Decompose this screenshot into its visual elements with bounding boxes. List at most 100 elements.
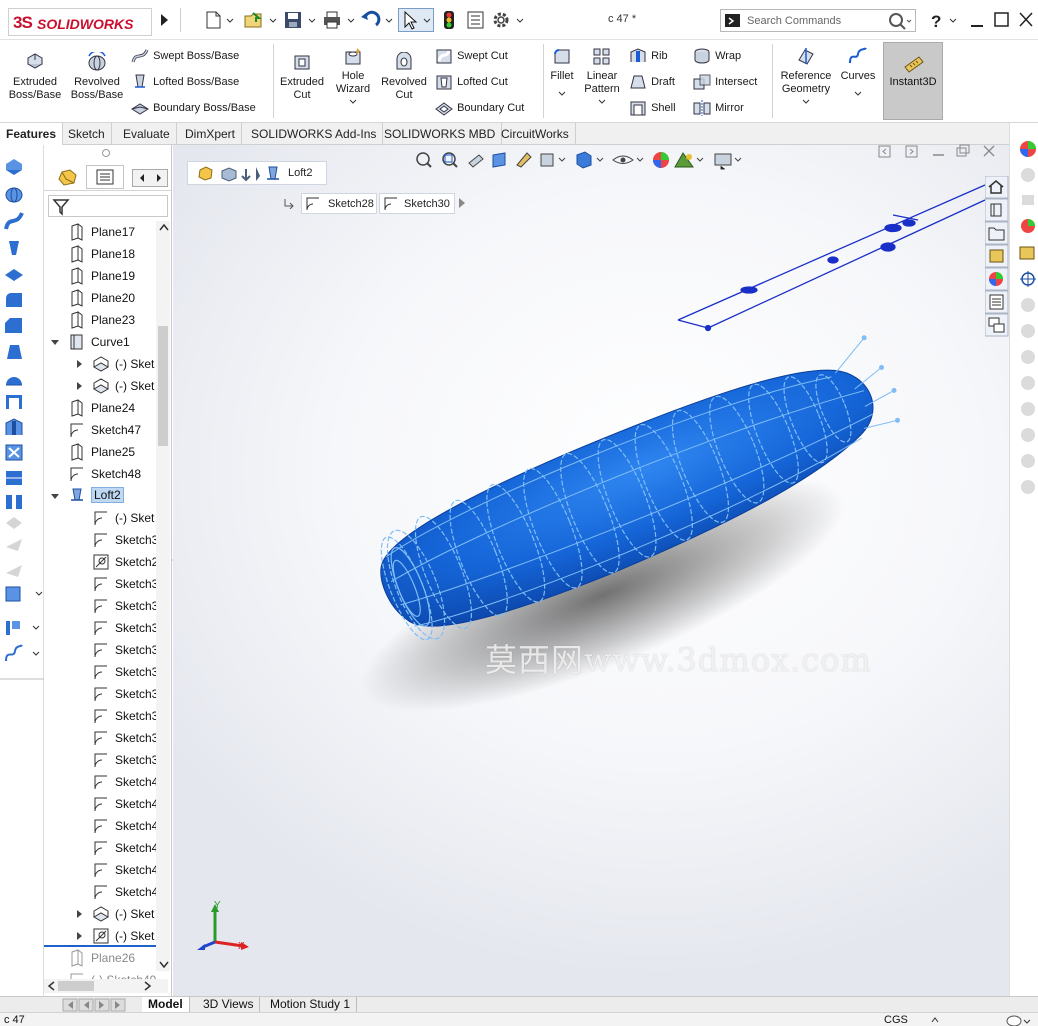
tree-item[interactable]: Sketch4 [44,859,156,881]
model-3d-view[interactable] [173,145,1009,996]
expand-arrow-icon[interactable] [74,381,84,391]
tree-item[interactable]: Plane24 [44,397,156,419]
tree-item[interactable]: Sketch4 [44,837,156,859]
tree-item[interactable]: Sketch4 [44,881,156,903]
file-properties-icon[interactable] [466,10,486,30]
open-document-icon[interactable] [243,10,277,30]
tree-item[interactable]: Loft2 [44,485,156,507]
expand-arrow-icon[interactable] [74,931,84,941]
tree-hscroll-thumb[interactable] [58,981,94,991]
rebuild-traffic-light-icon[interactable] [441,10,457,30]
curves-button[interactable]: Curves [838,46,878,101]
solidworks-logo[interactable]: 3S SOLIDWORKS [8,8,152,36]
maximize-window-icon[interactable] [994,10,1010,30]
tab-solidworks-addins[interactable]: SOLIDWORKS Add-Ins [245,123,384,145]
menu-expand-icon[interactable] [158,10,170,30]
extruded-boss-button[interactable]: Extruded Boss/Base [6,52,64,102]
collapse-arrow-icon[interactable] [50,491,60,501]
tree-vertical-scrollbar[interactable] [156,221,170,971]
viewport-dock-icons[interactable] [985,176,1009,344]
extruded-cut-button[interactable]: Extruded Cut [276,52,328,102]
linear-pattern-button[interactable]: Linear Pattern [580,46,624,109]
tree-item[interactable]: Sketch3 [44,727,156,749]
reference-geometry-button[interactable]: Reference Geometry [776,46,836,109]
wrap-button[interactable]: Wrap [692,47,741,65]
tree-scroll-thumb[interactable] [158,326,168,446]
close-window-icon[interactable] [1018,10,1034,30]
tree-item[interactable]: (-) Sket [44,925,156,947]
tree-item[interactable]: Sketch4 [44,793,156,815]
tree-item[interactable]: (-) Sket [44,353,156,375]
tree-item[interactable]: Sketch3 [44,749,156,771]
tree-horizontal-scrollbar[interactable] [44,979,168,993]
lofted-cut-button[interactable]: Lofted Cut [434,73,508,91]
tree-item[interactable]: Sketch3 [44,529,156,551]
swept-boss-button[interactable]: Swept Boss/Base [130,47,239,65]
tree-item[interactable]: Sketch47 [44,419,156,441]
fillet-button[interactable]: Fillet [546,46,578,101]
help-icon[interactable]: ? [928,10,962,31]
panel-grip-icon[interactable] [102,149,110,157]
tab-dimxpert[interactable]: DimXpert [179,123,243,145]
tree-item[interactable]: Plane20 [44,287,156,309]
tree-item[interactable]: Sketch2 [44,551,156,573]
options-gear-icon[interactable] [491,10,525,30]
tree-item[interactable]: (-) Sket [44,375,156,397]
tree-item[interactable]: Plane19 [44,265,156,287]
hole-wizard-button[interactable]: Hole Wizard [329,46,377,109]
expand-arrow-icon[interactable] [74,359,84,369]
tree-item[interactable]: Curve1 [44,331,156,353]
expand-arrow-icon[interactable] [74,909,84,919]
graphics-area[interactable]: Loft2 Sketch28 Sketch30 Y X 莫西网www.3dmox… [173,144,1009,996]
tab-model[interactable]: Model [142,997,190,1013]
feature-manager-tab-icon[interactable] [52,167,86,189]
swept-cut-button[interactable]: Swept Cut [434,47,508,65]
boundary-cut-button[interactable]: Boundary Cut [434,99,524,117]
tree-item[interactable]: Sketch3 [44,595,156,617]
tree-item[interactable]: Sketch3 [44,683,156,705]
tree-item[interactable]: Sketch3 [44,661,156,683]
tree-item[interactable]: Plane25 [44,441,156,463]
tree-item[interactable]: Sketch3 [44,617,156,639]
tree-item[interactable]: Sketch4 [44,771,156,793]
tree-item[interactable]: Sketch3 [44,705,156,727]
revolved-boss-button[interactable]: Revolved Boss/Base [68,50,126,102]
tab-3d-views[interactable]: 3D Views [197,997,261,1013]
tab-scroll-arrows[interactable] [132,169,168,187]
tab-motion-study-1[interactable]: Motion Study 1 [264,997,358,1013]
tree-item[interactable]: Plane17 [44,221,156,243]
lofted-boss-button[interactable]: Lofted Boss/Base [130,73,239,91]
minimize-window-icon[interactable] [970,10,984,30]
save-icon[interactable] [283,10,317,30]
tree-item[interactable]: Plane18 [44,243,156,265]
tab-sketch[interactable]: Sketch [62,123,112,145]
intersect-button[interactable]: Intersect [692,73,757,91]
revolved-cut-button[interactable]: Revolved Cut [378,51,430,102]
status-units[interactable]: CGS [884,1014,908,1026]
instant3d-toggle[interactable]: Instant3D [883,42,943,120]
tree-item[interactable]: (-) Sket [44,903,156,925]
tab-circuitworks[interactable]: CircuitWorks [495,123,576,145]
undo-icon[interactable] [360,10,394,30]
property-manager-tab-icon[interactable] [86,165,124,189]
rib-button[interactable]: Rib [628,47,668,65]
select-pointer-button[interactable] [398,8,434,32]
draft-button[interactable]: Draft [628,73,675,91]
mirror-button[interactable]: Mirror [692,99,744,117]
boundary-boss-button[interactable]: Boundary Boss/Base [130,99,256,117]
collapse-arrow-icon[interactable] [50,337,60,347]
tree-item[interactable]: Sketch3 [44,639,156,661]
print-icon[interactable] [322,10,356,30]
tree-filter-field[interactable] [48,195,168,217]
tree-item[interactable]: Sketch3 [44,573,156,595]
rollback-bar[interactable] [44,945,156,947]
tab-solidworks-mbd[interactable]: SOLIDWORKS MBD [378,123,503,145]
tree-item[interactable]: Sketch4 [44,815,156,837]
shell-button[interactable]: Shell [628,99,676,117]
new-document-icon[interactable] [204,10,234,30]
tree-item[interactable]: Sketch48 [44,463,156,485]
tree-item[interactable]: Plane26 [44,947,156,969]
tab-navigation-arrows[interactable] [62,998,138,1012]
search-commands-field[interactable]: Search Commands [720,9,916,32]
tab-features[interactable]: Features [0,123,64,145]
